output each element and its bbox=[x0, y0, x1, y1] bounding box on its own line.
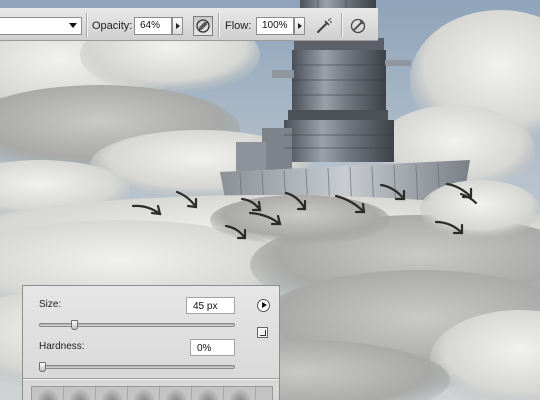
airbrush-button[interactable] bbox=[314, 16, 334, 36]
size-slider[interactable] bbox=[39, 323, 235, 327]
separator bbox=[86, 13, 87, 37]
hardness-field[interactable]: 0% bbox=[190, 339, 235, 356]
panel-divider bbox=[23, 378, 279, 379]
hardness-slider[interactable] bbox=[39, 365, 235, 369]
mode-dropdown[interactable] bbox=[0, 17, 82, 35]
hardness-slider-thumb[interactable] bbox=[39, 362, 46, 372]
brush-preset-thumbnail[interactable] bbox=[96, 387, 128, 400]
tool-options-bar: Opacity: 64% Flow: 100% bbox=[0, 8, 378, 41]
size-slider-thumb[interactable] bbox=[71, 320, 79, 330]
dropdown-arrow-icon[interactable] bbox=[69, 23, 77, 28]
pressure-size-button[interactable] bbox=[348, 16, 368, 36]
panel-menu-icon[interactable] bbox=[257, 299, 270, 312]
brush-preset-thumbnail[interactable] bbox=[160, 387, 192, 400]
separator bbox=[218, 13, 219, 37]
separator bbox=[341, 13, 342, 37]
brush-preset-panel: Size: 45 px Hardness: 0% bbox=[22, 285, 280, 400]
pressure-opacity-icon bbox=[196, 19, 210, 33]
flow-stepper-arrow-icon[interactable] bbox=[294, 17, 305, 35]
brush-preset-thumbnail[interactable] bbox=[192, 387, 224, 400]
brush-preset-thumbnail[interactable] bbox=[128, 387, 160, 400]
size-label: Size: bbox=[39, 299, 62, 310]
flow-field[interactable]: 100% bbox=[256, 17, 294, 35]
opacity-stepper-arrow-icon[interactable] bbox=[172, 17, 183, 35]
brush-preset-strip[interactable] bbox=[31, 386, 273, 400]
size-field[interactable]: 45 px bbox=[186, 297, 235, 314]
hardness-label: Hardness: bbox=[39, 341, 85, 352]
brush-preset-thumbnail[interactable] bbox=[64, 387, 96, 400]
flow-label: Flow: bbox=[225, 20, 252, 32]
opacity-label: Opacity: bbox=[92, 20, 133, 32]
brush-preset-thumbnail[interactable] bbox=[224, 387, 256, 400]
airbrush-icon bbox=[316, 18, 332, 34]
pressure-size-icon bbox=[350, 18, 366, 34]
pressure-opacity-button[interactable] bbox=[193, 16, 213, 36]
new-preset-icon[interactable] bbox=[257, 327, 268, 338]
opacity-field[interactable]: 64% bbox=[134, 17, 172, 35]
brush-preset-thumbnail[interactable] bbox=[32, 387, 64, 400]
